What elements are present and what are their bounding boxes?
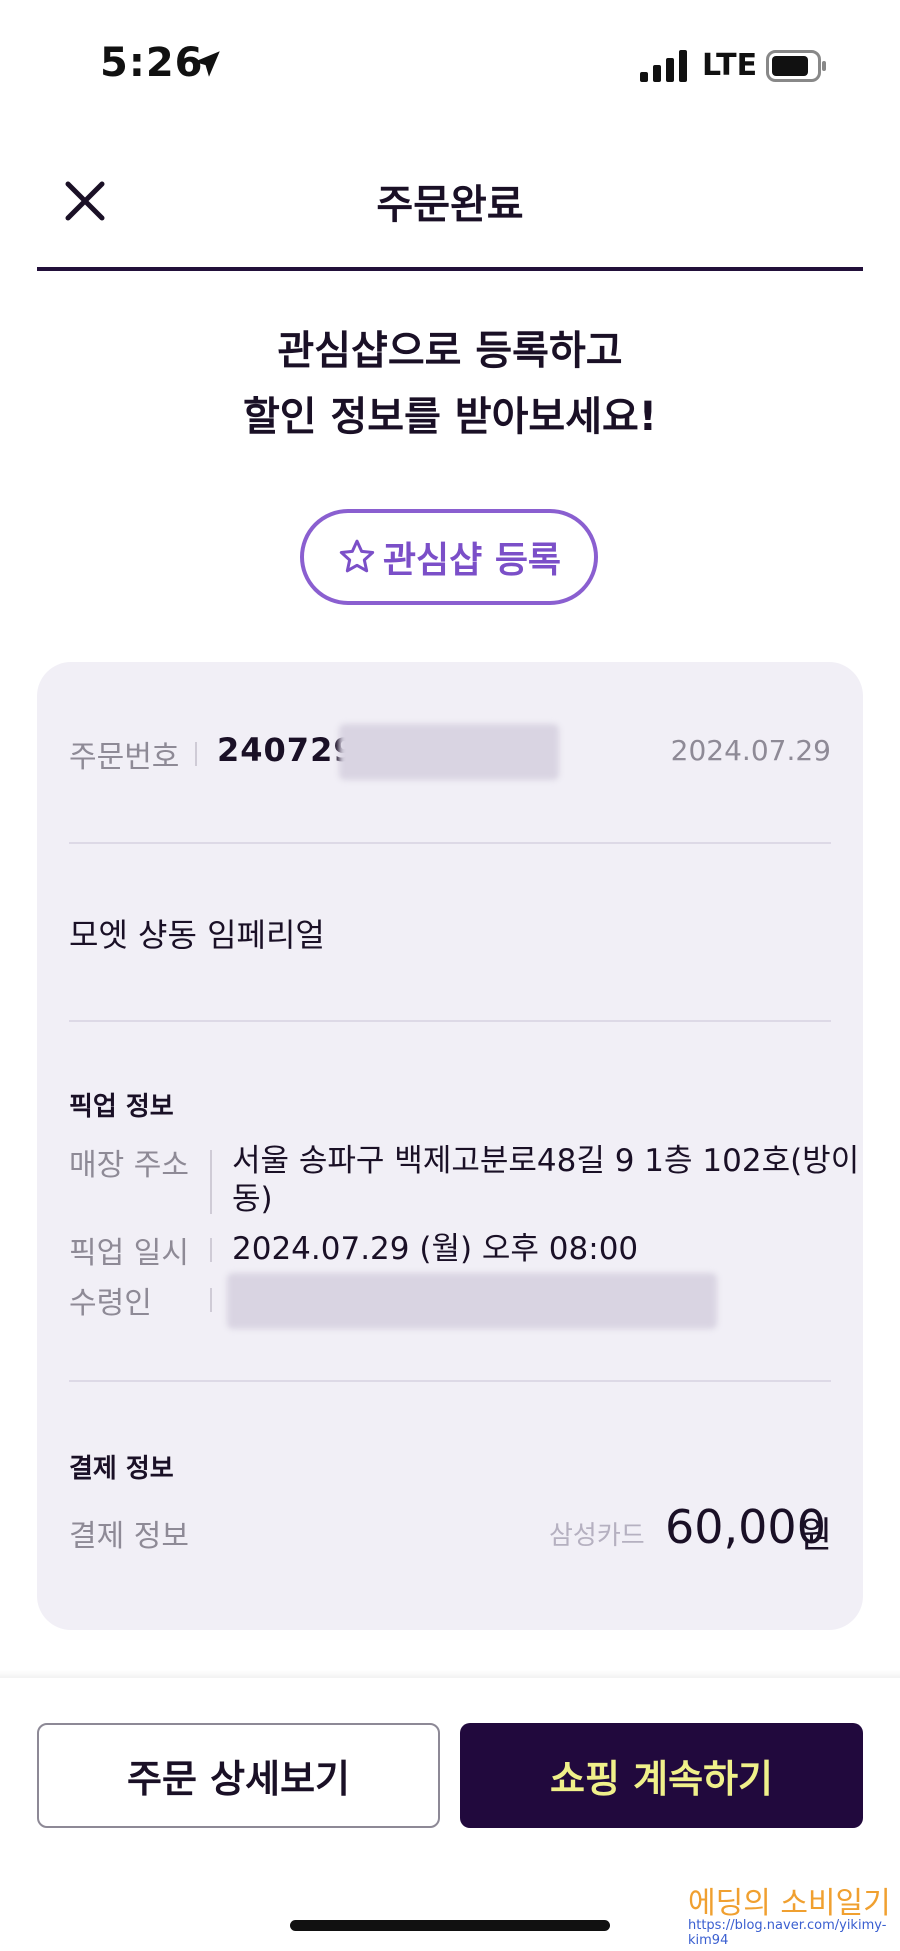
watermark-url: https://blog.naver.com/yikimy-kim94 (688, 1918, 887, 1948)
label-separator (210, 1288, 212, 1312)
order-date: 2024.07.29 (670, 734, 831, 767)
recipient-redacted (227, 1273, 717, 1329)
shop-name: 모엣 샹동 임페리얼 (69, 916, 325, 954)
home-indicator[interactable] (290, 1920, 610, 1931)
watermark-text: 에딩의 소비일기 (688, 1886, 891, 1921)
header-divider (37, 267, 863, 271)
card-divider (69, 1020, 831, 1022)
network-type: LTE (702, 48, 758, 83)
status-time: 5:26 (100, 40, 204, 86)
payment-currency-unit: 원 (799, 1515, 833, 1556)
pickup-datetime-label: 픽업 일시 (69, 1236, 189, 1271)
label-separator (210, 1150, 212, 1214)
promo-line-1: 관심샵으로 등록하고 (277, 328, 623, 374)
address-label: 매장 주소 (69, 1148, 189, 1183)
favorite-shop-button[interactable]: 관심샵 등록 (300, 509, 598, 605)
card-divider (69, 1380, 831, 1382)
cellular-signal-icon (640, 50, 687, 82)
card-divider (69, 842, 831, 844)
store-address-line-1: 서울 송파구 백제고분로48길 9 1층 102호(방이 (232, 1143, 860, 1179)
battery-icon (766, 50, 826, 82)
order-detail-button[interactable]: 주문 상세보기 (37, 1723, 440, 1828)
pickup-section-title: 픽업 정보 (69, 1092, 174, 1122)
label-separator (195, 742, 197, 766)
label-separator (210, 1238, 212, 1262)
store-address-line-2: 동) (232, 1181, 273, 1217)
recipient-label: 수령인 (69, 1286, 152, 1321)
promo-message: 관심샵으로 등록하고 할인 정보를 받아보세요! (0, 318, 900, 450)
order-number-redacted (339, 724, 559, 780)
payment-method: 삼성카드 (549, 1521, 645, 1551)
payment-label: 결제 정보 (69, 1519, 189, 1554)
location-arrow-icon (194, 51, 220, 77)
promo-line-2: 할인 정보를 받아보세요! (242, 394, 658, 440)
payment-section-title: 결제 정보 (69, 1454, 174, 1484)
star-icon (339, 539, 375, 573)
store-address: 서울 송파구 백제고분로48길 9 1층 102호(방이 동) (232, 1142, 859, 1218)
status-bar: 5:26 LTE (0, 0, 900, 120)
favorite-shop-label: 관심샵 등록 (382, 540, 562, 581)
pickup-datetime: 2024.07.29 (월) 오후 08:00 (232, 1231, 639, 1267)
page-title: 주문완료 (376, 182, 524, 228)
order-number-label: 주문번호 (69, 740, 180, 775)
order-summary-card: 주문번호 240729 2024.07.29 모엣 샹동 임페리얼 픽업 정보 … (37, 662, 863, 1630)
continue-shopping-button[interactable]: 쇼핑 계속하기 (460, 1723, 863, 1828)
order-number: 240729 (217, 731, 357, 769)
